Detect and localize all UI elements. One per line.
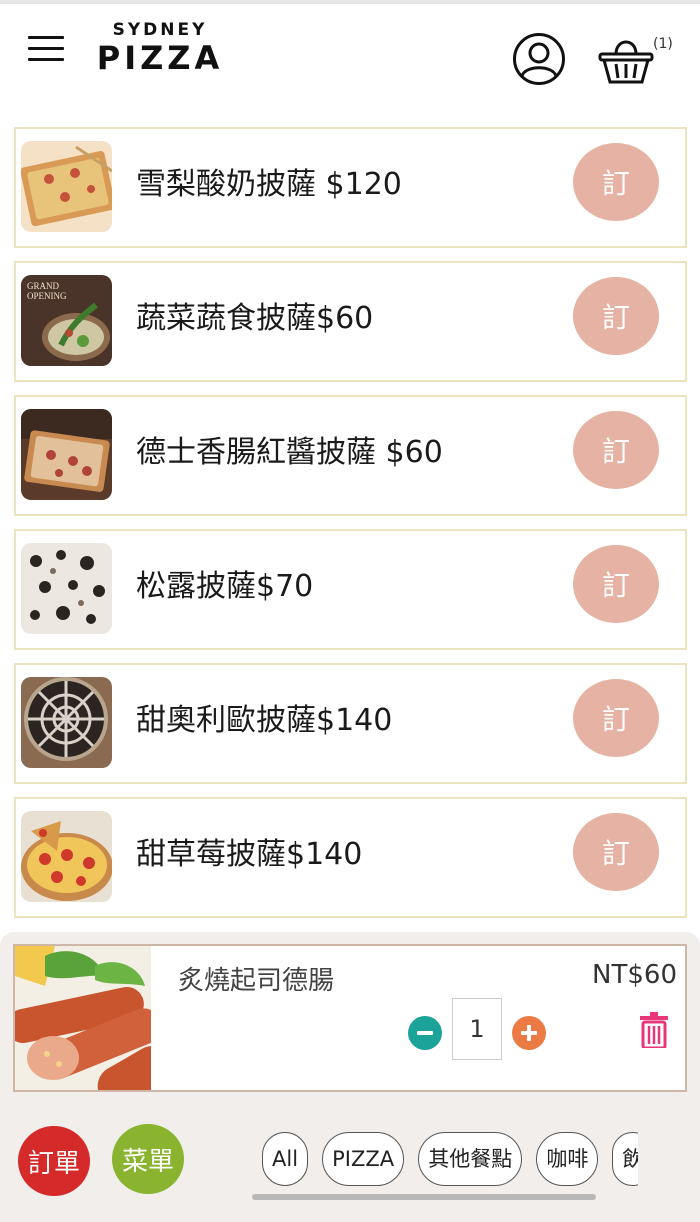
svg-text:GRAND: GRAND [27,281,60,291]
cart-item-price: NT$60 [592,960,677,990]
horizontal-scrollbar[interactable] [252,1194,596,1200]
menu-item[interactable]: 雪梨酸奶披薩 $120 訂 [14,127,687,248]
cart-item-name: 炙燒起司德腸 [178,966,335,996]
logo-main-text: PIZZA [96,39,224,77]
menu-item-name: 德士香腸紅醬披薩 $60 [136,435,443,470]
pizza-thumbnail [21,811,112,902]
pizza-thumbnail [21,677,112,768]
pizza-thumbnail [21,409,112,500]
category-chips: All PIZZA 其他餐點 咖啡 飲 [262,1132,638,1188]
menu-list: 雪梨酸奶披薩 $120 訂 GRAND OPENING 蔬菜蔬食披薩$60 訂 [14,127,687,931]
svg-text:OPENING: OPENING [27,291,67,301]
pizza-thumbnail: GRAND OPENING [21,275,112,366]
menu-item[interactable]: 甜奧利歐披薩$140 訂 [14,663,687,784]
quantity-value[interactable]: 1 [452,998,502,1060]
category-chip-drinks[interactable]: 飲 [612,1132,638,1186]
menu-item[interactable]: GRAND OPENING 蔬菜蔬食披薩$60 訂 [14,261,687,382]
order-button[interactable]: 訂 [573,143,659,221]
cart-count-badge: (1) [653,36,673,52]
user-icon[interactable] [512,32,566,86]
category-chip-all[interactable]: All [262,1132,309,1186]
menu-item-name: 雪梨酸奶披薩 $120 [136,167,402,202]
menu-item[interactable]: 德士香腸紅醬披薩 $60 訂 [14,395,687,516]
cart-item: 炙燒起司德腸 NT$60 1 [13,944,687,1092]
hamburger-icon[interactable] [28,36,64,64]
pizza-thumbnail [21,543,112,634]
pizza-thumbnail [21,141,112,232]
logo-top-text: SYDNEY [112,20,208,40]
logo[interactable]: SYDNEY PIZZA [90,20,230,76]
trash-icon[interactable] [640,1012,668,1048]
menu-item-name: 甜奧利歐披薩$140 [136,703,393,738]
plus-icon[interactable] [512,1016,546,1050]
order-button[interactable]: 訂 [573,277,659,355]
menu-item[interactable]: 松露披薩$70 訂 [14,529,687,650]
basket-icon[interactable] [598,34,654,86]
minus-icon[interactable] [408,1016,442,1050]
header: SYDNEY PIZZA (1) [0,4,700,110]
order-button[interactable]: 訂 [573,679,659,757]
category-chip-coffee[interactable]: 咖啡 [536,1132,599,1186]
category-chip-other[interactable]: 其他餐點 [418,1132,523,1186]
order-button[interactable]: 訂 [573,411,659,489]
orders-nav-button[interactable]: 訂單 [18,1126,90,1196]
category-chip-pizza[interactable]: PIZZA [322,1132,405,1186]
menu-item-name: 蔬菜蔬食披薩$60 [136,301,374,336]
menu-item-name: 甜草莓披薩$140 [136,837,363,872]
sausage-thumbnail [15,946,151,1090]
menu-item[interactable]: 甜草莓披薩$140 訂 [14,797,687,918]
menu-item-name: 松露披薩$70 [136,569,314,604]
order-button[interactable]: 訂 [573,545,659,623]
menu-nav-button[interactable]: 菜單 [112,1124,184,1194]
order-button[interactable]: 訂 [573,813,659,891]
